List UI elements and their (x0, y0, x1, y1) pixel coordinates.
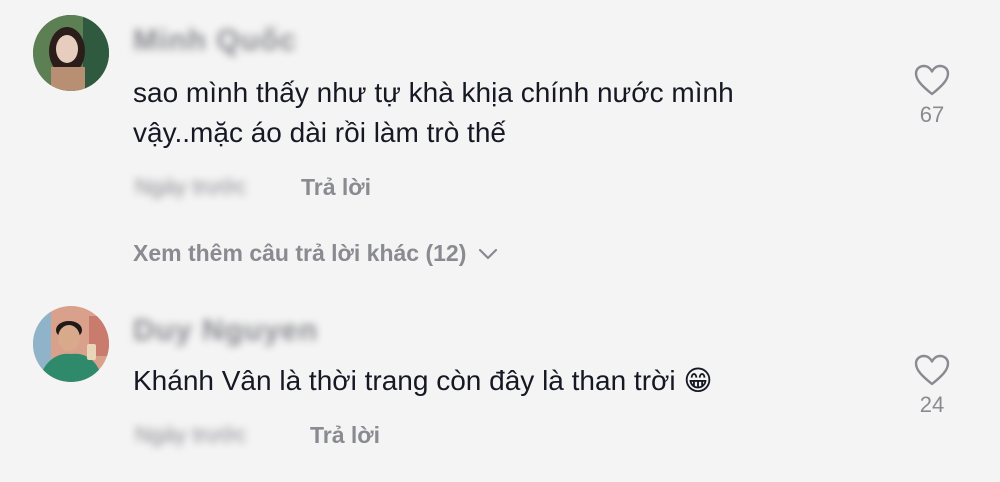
heart-outline-icon (914, 64, 950, 96)
reply-button[interactable]: Trả lời (301, 174, 371, 201)
avatar[interactable] (33, 15, 109, 91)
view-more-label: Xem thêm câu trả lời khác (12) (133, 240, 467, 266)
avatar-photo (33, 15, 109, 91)
like-count: 24 (919, 392, 945, 417)
avatar[interactable] (33, 306, 109, 382)
like-button[interactable]: 67 (902, 64, 962, 128)
comment-date: Ngày trước (135, 422, 247, 447)
view-more-replies-button[interactable]: Xem thêm câu trả lời khác (12) (133, 240, 498, 267)
username[interactable]: Minh Quốc (133, 24, 297, 58)
username[interactable]: Duy Nguyen (133, 314, 318, 348)
chevron-down-icon (479, 248, 498, 259)
avatar-photo (33, 306, 109, 382)
like-button[interactable]: 24 (902, 354, 962, 418)
comment-text-line-2: vậy..mặc áo dài rồi làm trò thế (133, 117, 506, 148)
comment-date: Ngày trước (135, 174, 247, 199)
heart-outline-icon (914, 354, 950, 386)
reply-button[interactable]: Trả lời (310, 422, 380, 449)
like-count: 67 (919, 102, 945, 127)
comment-text: Khánh Vân là thời trang còn đây là than … (133, 365, 713, 396)
comment-text-line-1: sao mình thấy như tự khà khịa chính nước… (133, 77, 734, 108)
